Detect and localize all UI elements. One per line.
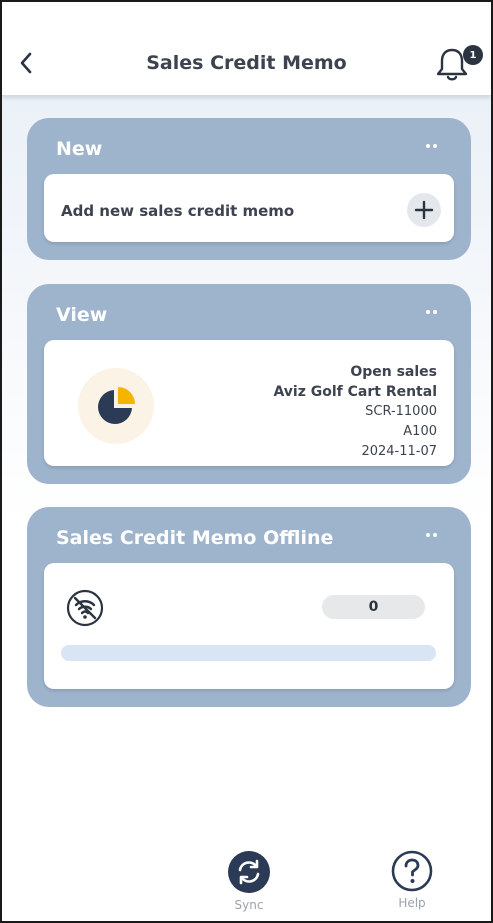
status-text: Open sales <box>350 364 437 380</box>
customer-code: A100 <box>403 424 437 439</box>
wifi-off-icon <box>66 589 104 627</box>
offline-count: 0 <box>322 595 425 619</box>
add-new-card[interactable]: Add new sales credit memo <box>44 174 454 242</box>
section-menu-icon[interactable] <box>426 144 437 148</box>
document-date: 2024-11-07 <box>361 444 437 459</box>
view-section: View Open sales Aviz Golf Cart Rental SC… <box>27 284 471 484</box>
new-section: New Add new sales credit memo <box>27 118 471 260</box>
view-card[interactable]: Open sales Aviz Golf Cart Rental SCR-110… <box>44 340 454 466</box>
plus-icon <box>414 200 434 220</box>
add-button[interactable] <box>407 193 441 227</box>
sync-label: Sync <box>234 898 264 912</box>
pie-chart-badge <box>78 368 154 444</box>
page-title: Sales Credit Memo <box>146 52 347 74</box>
sync-icon <box>228 851 270 893</box>
help-button[interactable]: Help <box>382 850 442 910</box>
help-icon <box>391 850 433 892</box>
help-label: Help <box>398 896 426 910</box>
new-section-title: New <box>56 138 103 160</box>
view-section-title: View <box>56 304 108 326</box>
section-menu-icon[interactable] <box>426 533 437 537</box>
offline-card[interactable]: 0 <box>44 563 454 689</box>
sync-button[interactable]: Sync <box>219 850 279 912</box>
app-screen: Sales Credit Memo 1 New Add new sales cr… <box>0 0 493 923</box>
add-new-label: Add new sales credit memo <box>61 202 295 220</box>
view-details: Open sales Aviz Golf Cart Rental SCR-110… <box>273 362 437 462</box>
section-menu-icon[interactable] <box>426 310 437 314</box>
top-app-bar: Sales Credit Memo 1 <box>2 2 491 96</box>
pie-chart-icon <box>98 387 135 424</box>
offline-progress-bar <box>61 645 436 661</box>
customer-name: Aviz Golf Cart Rental <box>273 384 437 400</box>
document-number: SCR-11000 <box>365 404 437 419</box>
notification-badge: 1 <box>463 45 483 65</box>
offline-section-title: Sales Credit Memo Offline <box>56 527 334 549</box>
offline-section: Sales Credit Memo Offline 0 <box>27 507 471 707</box>
